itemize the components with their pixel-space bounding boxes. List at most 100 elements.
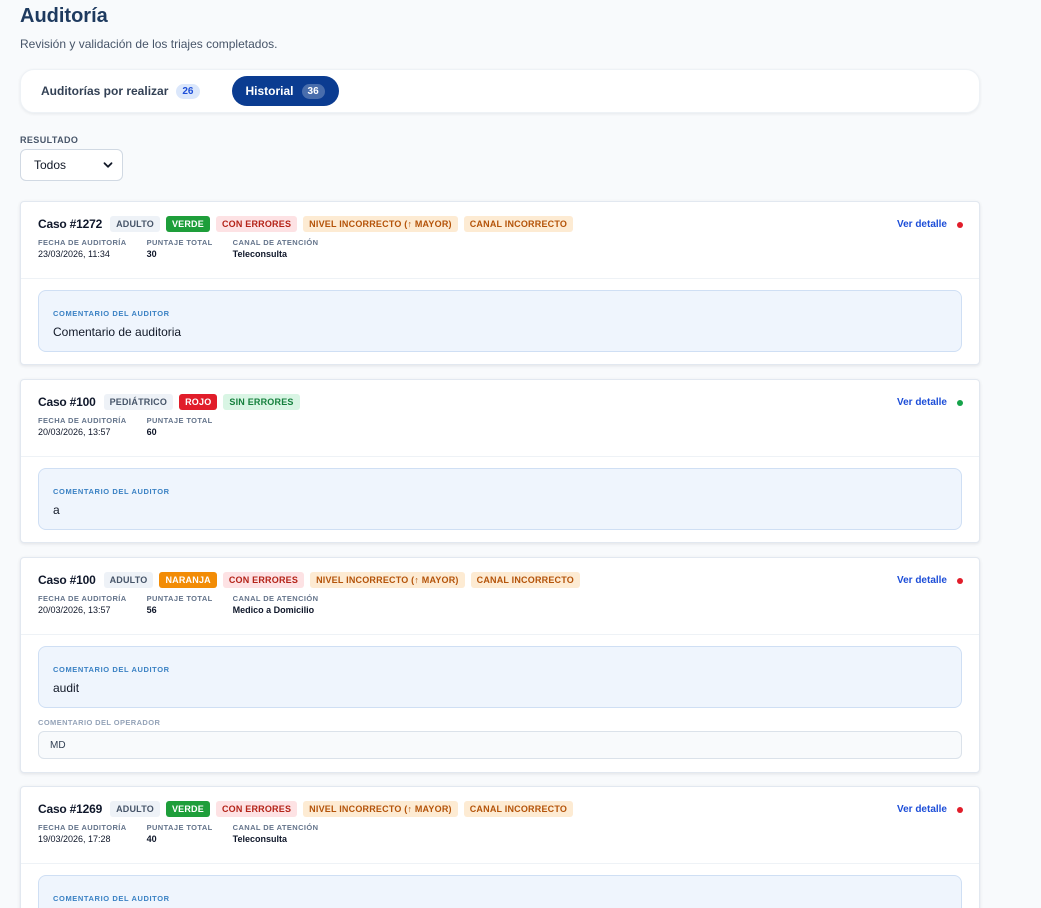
- meta-canal: CANAL DE ATENCIÓN Teleconsulta: [233, 823, 319, 844]
- status-dot: [957, 577, 963, 584]
- audit-date: 23/03/2026, 11:34: [38, 249, 110, 259]
- view-detail-group: Ver detalle: [897, 575, 963, 586]
- tab-count-badge: 26: [176, 83, 200, 99]
- meta-label: CANAL DE ATENCIÓN: [232, 238, 319, 247]
- triage-level-badge: NARANJA: [159, 572, 217, 588]
- card-header-row: Caso #100 PEDIÁTRICO ROJO SIN ERRORES: [38, 393, 962, 411]
- triage-level-badge: VERDE: [165, 216, 210, 232]
- result-filter-select[interactable]: Todos: [20, 149, 123, 181]
- tab-pending-audits[interactable]: Auditorías por realizar 26: [33, 76, 208, 106]
- total-score: 40: [146, 834, 157, 844]
- meta-label: CANAL DE ATENCIÓN: [232, 594, 319, 603]
- tab-history[interactable]: Historial 36: [231, 76, 339, 106]
- meta-label: FECHA DE AUDITORÍA: [38, 416, 127, 425]
- page-title: Auditoría: [20, 5, 108, 27]
- audit-date: 20/03/2026, 13:57: [38, 605, 111, 615]
- error-tag-badge: CANAL INCORRECTO: [470, 572, 580, 588]
- auditor-comment-label: COMENTARIO DEL AUDITOR: [53, 665, 170, 674]
- total-score: 30: [146, 249, 157, 259]
- meta-puntaje: PUNTAJE TOTAL 56: [147, 594, 213, 615]
- total-score: 56: [146, 605, 157, 615]
- meta-puntaje: PUNTAJE TOTAL 60: [147, 416, 213, 437]
- triage-level-badge: ROJO: [179, 394, 218, 410]
- case-title: Caso #1272: [38, 217, 103, 231]
- meta-label: FECHA DE AUDITORÍA: [38, 594, 127, 603]
- status-dot: [957, 806, 963, 813]
- age-badge: PEDIÁTRICO: [103, 394, 174, 410]
- card-meta: FECHA DE AUDITORÍA 20/03/2026, 13:57 PUN…: [38, 416, 962, 437]
- meta-label: PUNTAJE TOTAL: [146, 823, 213, 832]
- view-detail-group: Ver detalle: [897, 219, 963, 230]
- meta-fecha: FECHA DE AUDITORÍA 20/03/2026, 13:57: [38, 594, 127, 615]
- status-dot: [957, 399, 963, 406]
- result-filter-label: RESULTADO: [20, 135, 79, 145]
- result-badge: CON ERRORES: [215, 216, 298, 232]
- care-channel: Teleconsulta: [232, 834, 287, 844]
- view-detail-link[interactable]: Ver detalle: [897, 219, 947, 230]
- card-meta: FECHA DE AUDITORÍA 20/03/2026, 13:57 PUN…: [38, 594, 962, 615]
- care-channel: Medico a Domicilio: [232, 605, 315, 615]
- view-detail-link[interactable]: Ver detalle: [897, 804, 947, 815]
- meta-puntaje: PUNTAJE TOTAL 40: [147, 823, 213, 844]
- card-body: COMENTARIO DEL AUDITOR Comentario de aud…: [21, 279, 979, 364]
- card-header: Caso #100 PEDIÁTRICO ROJO SIN ERRORES FE…: [21, 380, 979, 457]
- case-title: Caso #1269: [38, 802, 103, 816]
- operator-comment-text: MD: [50, 739, 66, 751]
- auditor-comment-label: COMENTARIO DEL AUDITOR: [53, 894, 170, 903]
- auditor-comment-text: audit: [53, 681, 80, 695]
- auditor-comment-text: Comentario de auditoria: [53, 325, 182, 339]
- result-badge: CON ERRORES: [215, 801, 298, 817]
- operator-comment-field: MD: [38, 731, 962, 759]
- card-body: COMENTARIO DEL AUDITOR: [21, 864, 979, 908]
- view-detail-link[interactable]: Ver detalle: [897, 397, 947, 408]
- tab-label: Auditorías por realizar: [41, 84, 169, 98]
- result-badge: SIN ERRORES: [223, 394, 300, 410]
- meta-label: PUNTAJE TOTAL: [146, 416, 213, 425]
- case-title: Caso #100: [38, 395, 96, 409]
- status-dot: [957, 221, 963, 228]
- view-detail-link[interactable]: Ver detalle: [897, 575, 947, 586]
- page-subtitle: Revisión y validación de los triajes com…: [20, 37, 278, 51]
- card-header: Caso #100 ADULTO NARANJA CON ERRORES NIV…: [21, 558, 979, 635]
- chevron-down-icon: [103, 162, 113, 168]
- card-header: Caso #1272 ADULTO VERDE CON ERRORES NIVE…: [21, 202, 979, 279]
- card-meta: FECHA DE AUDITORÍA 19/03/2026, 17:28 PUN…: [38, 823, 962, 844]
- case-title: Caso #100: [38, 573, 96, 587]
- error-tag-badge: CANAL INCORRECTO: [463, 216, 574, 232]
- error-tag-badge: NIVEL INCORRECTO (↑ MAYOR): [303, 216, 458, 232]
- audit-page: Auditoría Revisión y validación de los t…: [20, 0, 980, 908]
- card-header-row: Caso #1269 ADULTO VERDE CON ERRORES NIVE…: [38, 800, 962, 818]
- meta-fecha: FECHA DE AUDITORÍA 19/03/2026, 17:28: [38, 823, 127, 844]
- age-badge: ADULTO: [103, 572, 154, 588]
- result-filter-value: Todos: [34, 158, 67, 172]
- result-badge: CON ERRORES: [222, 572, 305, 588]
- age-badge: ADULTO: [110, 801, 160, 817]
- view-detail-group: Ver detalle: [897, 397, 963, 408]
- auditor-comment-box: COMENTARIO DEL AUDITOR: [38, 875, 962, 908]
- auditor-comment-box: COMENTARIO DEL AUDITOR audit: [38, 646, 962, 708]
- card-body: COMENTARIO DEL AUDITOR audit COMENTARIO …: [21, 635, 979, 772]
- audit-date: 19/03/2026, 17:28: [38, 834, 111, 844]
- auditor-comment-label: COMENTARIO DEL AUDITOR: [53, 487, 170, 496]
- meta-label: PUNTAJE TOTAL: [146, 238, 213, 247]
- card-header-row: Caso #1272 ADULTO VERDE CON ERRORES NIVE…: [38, 215, 962, 233]
- card-body: COMENTARIO DEL AUDITOR a: [21, 457, 979, 542]
- meta-fecha: FECHA DE AUDITORÍA 20/03/2026, 13:57: [38, 416, 127, 437]
- meta-label: CANAL DE ATENCIÓN: [232, 823, 319, 832]
- auditor-comment-text: a: [53, 503, 60, 517]
- tabs-bar: Auditorías por realizar 26 Historial 36: [20, 69, 980, 113]
- error-tag-badge: NIVEL INCORRECTO (↑ MAYOR): [310, 572, 465, 588]
- error-tag-badge: NIVEL INCORRECTO (↑ MAYOR): [303, 801, 458, 817]
- care-channel: Teleconsulta: [232, 249, 287, 259]
- meta-label: PUNTAJE TOTAL: [146, 594, 213, 603]
- meta-label: FECHA DE AUDITORÍA: [38, 238, 127, 247]
- audit-card: Caso #1272 ADULTO VERDE CON ERRORES NIVE…: [20, 201, 980, 365]
- card-header-row: Caso #100 ADULTO NARANJA CON ERRORES NIV…: [38, 571, 962, 589]
- meta-canal: CANAL DE ATENCIÓN Medico a Domicilio: [233, 594, 319, 615]
- audit-date: 20/03/2026, 13:57: [38, 427, 111, 437]
- audit-card: Caso #100 PEDIÁTRICO ROJO SIN ERRORES FE…: [20, 379, 980, 543]
- meta-label: FECHA DE AUDITORÍA: [38, 823, 127, 832]
- age-badge: ADULTO: [110, 216, 160, 232]
- triage-level-badge: VERDE: [165, 801, 210, 817]
- audit-card: Caso #1269 ADULTO VERDE CON ERRORES NIVE…: [20, 786, 980, 908]
